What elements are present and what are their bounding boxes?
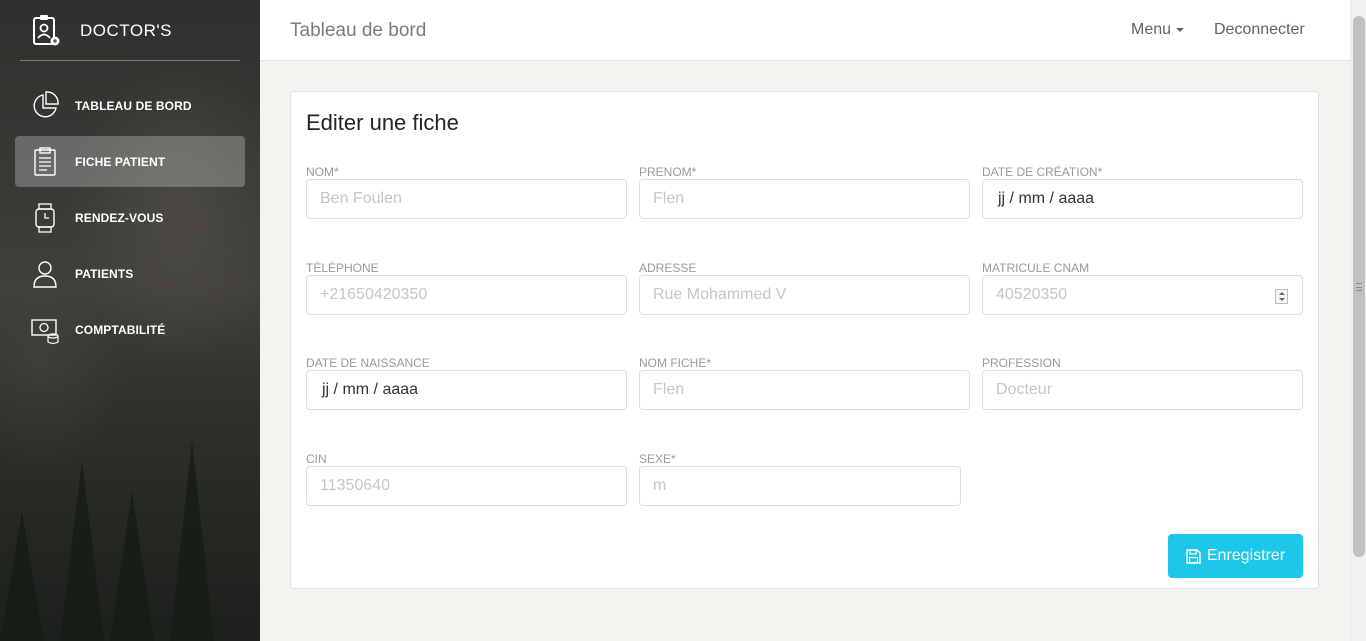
adresse-input[interactable]: Rue Mohammed V [639, 275, 970, 315]
nom-field: NOM* Ben Foulen [306, 165, 627, 219]
brand-name: DOCTOR'S [80, 21, 172, 40]
edit-form-card: Editer une fiche NOM* Ben Foulen PRENOM*… [290, 91, 1319, 589]
clipboard-icon [30, 146, 60, 177]
sidebar-item-label: TABLEAU DE BORD [75, 98, 192, 113]
scrollbar-grip-icon [1356, 283, 1362, 291]
nom-fiche-label: NOM FICHE* [639, 356, 711, 370]
date-naissance-label: DATE DE NAISSANCE [306, 356, 430, 370]
logout-link[interactable]: Deconnecter [1214, 21, 1305, 39]
sidebar-item-patients[interactable]: PATIENTS [15, 248, 245, 299]
top-navbar: Tableau de bord Menu Deconnecter [260, 0, 1350, 61]
cin-label: CIN [306, 452, 327, 466]
date-creation-input[interactable]: jj / mm / aaaa [982, 179, 1303, 219]
sidebar-divider [20, 60, 240, 61]
adresse-field: ADRESSE Rue Mohammed V [639, 261, 970, 315]
spin-up-icon [1278, 291, 1285, 295]
spin-down-icon [1278, 298, 1285, 302]
profession-field: PROFESSION Docteur [982, 356, 1303, 410]
user-icon [30, 259, 60, 289]
sexe-field: SEXE* m [639, 452, 961, 506]
sidebar-item-label: PATIENTS [75, 266, 134, 281]
form-title: Editer une fiche [306, 110, 459, 135]
date-creation-field: DATE DE CRÉATION* jj / mm / aaaa [982, 165, 1303, 219]
sexe-label: SEXE* [639, 452, 676, 466]
floppy-disk-icon [1186, 548, 1201, 564]
cin-field: CIN 11350640 [306, 452, 627, 506]
sidebar-item-label: RENDEZ-VOUS [75, 210, 164, 225]
doctor-badge-icon [30, 14, 62, 48]
matricule-cnam-placeholder: 40520350 [996, 286, 1068, 303]
menu-dropdown[interactable]: Menu [1131, 21, 1185, 39]
watch-icon [30, 202, 60, 233]
save-button[interactable]: Enregistrer [1168, 534, 1303, 578]
telephone-field: TÉLÉPHONE +21650420350 [306, 261, 627, 315]
page-scrollbar[interactable] [1350, 0, 1366, 641]
background-tree [60, 461, 104, 641]
nom-fiche-input[interactable]: Flen [639, 370, 970, 410]
sidebar-item-label: COMPTABILITÉ [75, 322, 166, 337]
date-creation-label: DATE DE CRÉATION* [982, 165, 1103, 179]
background-tree [110, 491, 154, 641]
pie-chart-icon [30, 90, 60, 121]
brand-logo[interactable]: DOCTOR'S [30, 14, 172, 48]
save-button-label: Enregistrer [1206, 547, 1286, 564]
nom-fiche-field: NOM FICHE* Flen [639, 356, 970, 410]
menu-label: Menu [1131, 21, 1172, 38]
sidebar-item-comptabilite[interactable]: COMPTABILITÉ [15, 304, 245, 355]
sidebar-nav: TABLEAU DE BORD FICHE PATIENT RENDEZ-VOU… [15, 80, 245, 360]
sidebar-item-label: FICHE PATIENT [75, 154, 166, 169]
telephone-input[interactable]: +21650420350 [306, 275, 627, 315]
nom-input[interactable]: Ben Foulen [306, 179, 627, 219]
sidebar-item-rendez-vous[interactable]: RENDEZ-VOUS [15, 192, 245, 243]
telephone-label: TÉLÉPHONE [306, 261, 379, 275]
background-tree [0, 511, 44, 641]
page-title: Tableau de bord [290, 20, 427, 41]
sidebar: DOCTOR'S TABLEAU DE BORD FICHE PATIENT R… [0, 0, 260, 641]
nom-label: NOM* [306, 165, 339, 179]
sexe-input[interactable]: m [639, 466, 961, 506]
matricule-cnam-input[interactable]: 40520350 [982, 275, 1303, 315]
profession-label: PROFESSION [982, 356, 1061, 370]
sidebar-item-fiche-patient[interactable]: FICHE PATIENT [15, 136, 245, 187]
cin-input[interactable]: 11350640 [306, 466, 627, 506]
prenom-input[interactable]: Flen [639, 179, 970, 219]
number-spinner[interactable] [1275, 289, 1288, 304]
date-naissance-field: DATE DE NAISSANCE jj / mm / aaaa [306, 356, 627, 410]
money-icon [30, 315, 60, 345]
date-naissance-input[interactable]: jj / mm / aaaa [306, 370, 627, 410]
matricule-cnam-field: MATRICULE CNAM 40520350 [982, 261, 1303, 315]
prenom-label: PRENOM* [639, 165, 697, 179]
matricule-cnam-label: MATRICULE CNAM [982, 261, 1090, 275]
background-tree [170, 441, 214, 641]
profession-input[interactable]: Docteur [982, 370, 1303, 410]
prenom-field: PRENOM* Flen [639, 165, 970, 219]
adresse-label: ADRESSE [639, 261, 697, 275]
sidebar-item-tableau-de-bord[interactable]: TABLEAU DE BORD [15, 80, 245, 131]
caret-down-icon [1176, 28, 1185, 32]
